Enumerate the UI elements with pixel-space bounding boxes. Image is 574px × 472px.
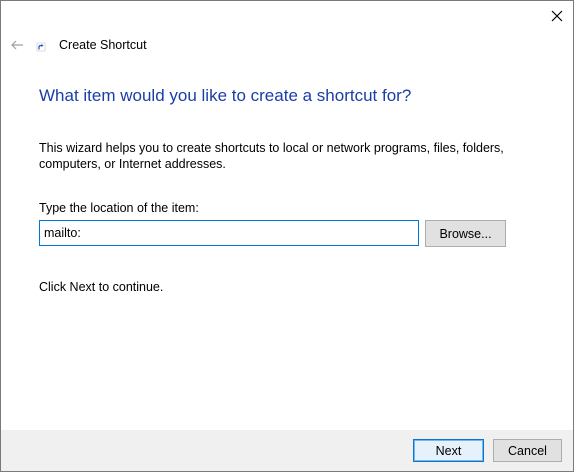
create-shortcut-window: Create Shortcut What item would you like… xyxy=(0,0,574,472)
continue-instruction: Click Next to continue. xyxy=(39,280,164,294)
browse-button[interactable]: Browse... xyxy=(425,220,506,247)
close-icon xyxy=(551,10,563,22)
back-arrow-icon xyxy=(11,40,23,50)
close-button[interactable] xyxy=(541,2,573,30)
location-input[interactable] xyxy=(39,220,419,246)
wizard-description: This wizard helps you to create shortcut… xyxy=(39,141,504,171)
back-button[interactable] xyxy=(7,36,27,54)
shortcut-icon xyxy=(36,42,46,52)
page-heading: What item would you like to create a sho… xyxy=(39,86,412,105)
wizard-title: Create Shortcut xyxy=(59,38,147,52)
next-button[interactable]: Next xyxy=(413,439,484,462)
location-label: Type the location of the item: xyxy=(39,201,199,215)
cancel-button[interactable]: Cancel xyxy=(493,439,562,462)
button-bar: Next Cancel xyxy=(1,430,573,471)
